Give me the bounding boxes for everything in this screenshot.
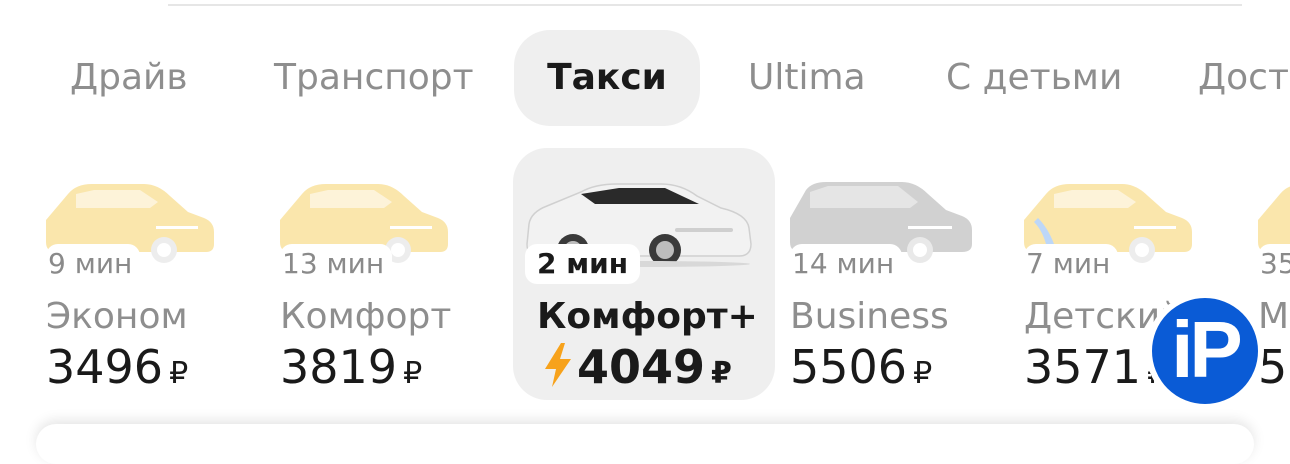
lightning-icon [545, 343, 571, 387]
tab-drive[interactable]: Драйв [70, 30, 188, 126]
tariff-card-comfort[interactable]: 13 мин Комфорт 3819 ₽ [280, 148, 542, 400]
tariff-card-econom[interactable]: 9 мин Эконом 3496 ₽ [46, 148, 308, 400]
top-divider [168, 4, 1242, 6]
tariff-price: 5506 ₽ [790, 340, 933, 394]
tariff-list: 9 мин Эконом 3496 ₽ 13 мин Комфорт 3819 ₽ … [0, 148, 1290, 408]
tariff-name: Эконом [46, 296, 188, 337]
tab-transport[interactable]: Транспорт [274, 30, 474, 126]
tab-with-kids[interactable]: С детьми [946, 30, 1122, 126]
ip-logo: iP [1146, 292, 1264, 410]
tariff-price: 3571₽ [1024, 340, 1166, 394]
tab-ultima[interactable]: Ultima [748, 30, 866, 126]
tab-delivery[interactable]: Дост [1198, 30, 1289, 126]
eta-label: 13 мин [280, 244, 393, 284]
tariff-price: 4049 ₽ [543, 340, 732, 394]
category-tabs: Драйв Транспорт Такси Ultima С детьми До… [0, 30, 1290, 126]
tariff-name: Комфорт [280, 296, 452, 337]
eta-label: 9 мин [46, 244, 141, 284]
bottom-sheet[interactable] [36, 424, 1254, 464]
eta-label: 35 [1258, 244, 1290, 284]
tariff-price: 3496 ₽ [46, 340, 189, 394]
eta-label: 14 мин [790, 244, 903, 284]
eta-label: 2 мин [525, 244, 641, 284]
tariff-card-business[interactable]: 14 мин Business 5506 ₽ [790, 148, 1052, 400]
tariff-price: 3819 ₽ [280, 340, 423, 394]
tariff-name: М [1258, 296, 1290, 337]
tariff-card-comfort-plus[interactable]: 2 мин Комфорт+ 4049 ₽ [513, 148, 775, 400]
tab-taxi[interactable]: Такси [514, 30, 700, 126]
tariff-name: Комфорт+ [537, 296, 758, 337]
eta-label: 7 мин [1024, 244, 1119, 284]
tariff-name: Business [790, 296, 949, 337]
